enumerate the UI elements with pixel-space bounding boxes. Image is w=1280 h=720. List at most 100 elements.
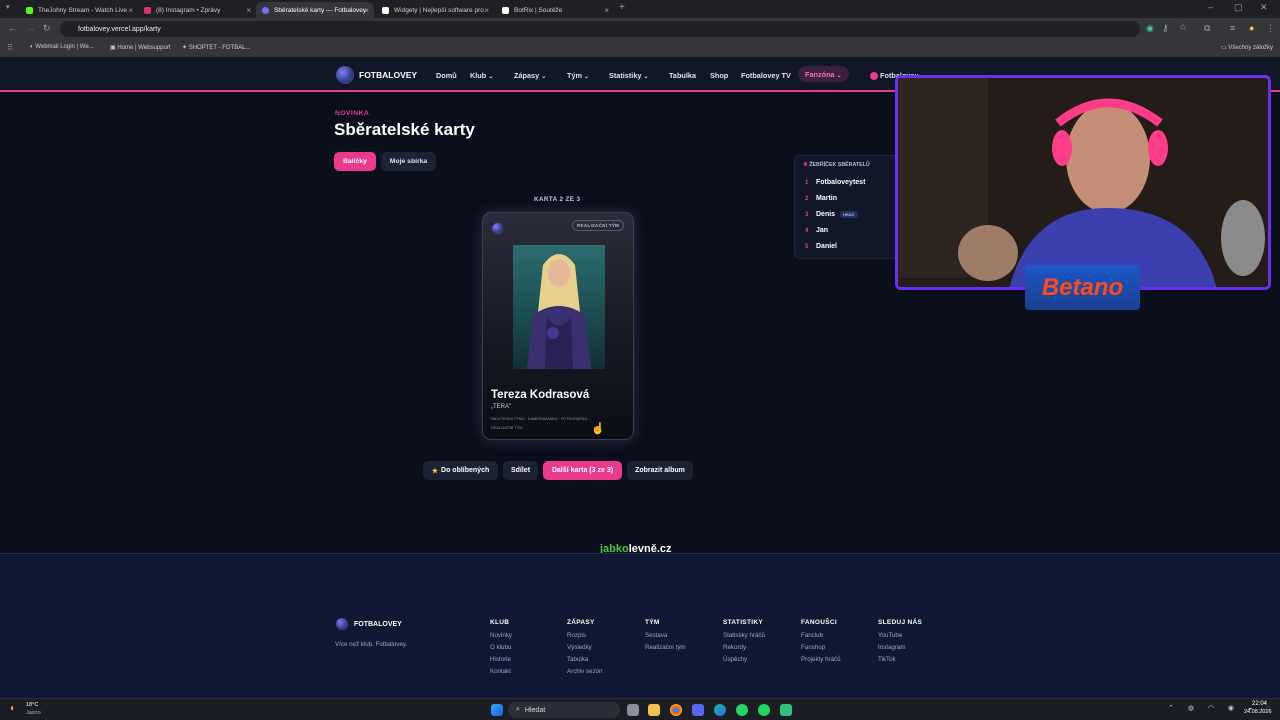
tab-widgety[interactable]: Widgety | Nejlepší software pro × bbox=[376, 2, 494, 18]
close-icon[interactable]: × bbox=[246, 6, 251, 15]
clock-date[interactable]: 24.08.2026 bbox=[1244, 709, 1272, 715]
show-album-button[interactable]: Zobrazit album bbox=[627, 461, 693, 480]
close-window-icon[interactable]: ✕ bbox=[1260, 2, 1268, 13]
apps-icon[interactable]: ⠿ bbox=[7, 43, 13, 52]
footer-heading: KLUB bbox=[490, 619, 510, 626]
footer-link[interactable]: Úspěchy bbox=[723, 656, 747, 663]
card-logo-icon bbox=[492, 223, 503, 234]
address-bar: ← → ↻ fotbalovey.vercel.app/karty ◉ ⚷ ☆ … bbox=[0, 18, 1280, 40]
windows-start-icon[interactable] bbox=[491, 704, 503, 716]
nav-klub[interactable]: Klub ⌄ bbox=[470, 71, 493, 80]
back-icon[interactable]: ← bbox=[8, 23, 17, 33]
footer-link[interactable]: Výsledky bbox=[567, 644, 592, 651]
media-icon[interactable]: ≡ bbox=[1230, 23, 1235, 33]
chevron-down-icon: ⌄ bbox=[836, 73, 842, 79]
bookmark-star-icon[interactable]: ☆ bbox=[1179, 22, 1187, 33]
all-bookmarks[interactable]: ▭ Všechny záložky bbox=[1221, 44, 1273, 51]
footer-link[interactable]: Projekty hráčů bbox=[801, 656, 841, 663]
whatsapp-icon[interactable] bbox=[736, 704, 748, 716]
chevron-down-icon: ⌄ bbox=[643, 74, 649, 80]
leaderboard-row[interactable]: 1 Fotbaloveytest bbox=[805, 179, 865, 186]
nav-tym[interactable]: Tým ⌄ bbox=[567, 71, 589, 80]
nav-statistiky[interactable]: Statistiky ⌄ bbox=[609, 71, 649, 80]
tab-moje-sbirka[interactable]: Moje sbírka bbox=[381, 152, 436, 171]
forward-icon[interactable]: → bbox=[26, 23, 35, 33]
menu-icon[interactable]: ⋮ bbox=[1266, 23, 1275, 34]
footer-link[interactable]: Tabulka bbox=[567, 656, 588, 663]
leaderboard-row[interactable]: 2 Martin bbox=[805, 195, 837, 202]
weather-icon: ◐ bbox=[10, 703, 17, 714]
browser-tab-bar: ▾ TheJohny Stream - Watch Live × (8) Inst… bbox=[0, 0, 1280, 18]
app-icon[interactable] bbox=[780, 704, 792, 716]
collector-name: Jan bbox=[816, 227, 829, 234]
new-tab-icon[interactable]: + bbox=[619, 2, 625, 13]
footer-link[interactable]: Fanclub bbox=[801, 632, 823, 639]
leaderboard-row[interactable]: 5 Daniel bbox=[805, 243, 837, 250]
edge-icon[interactable] bbox=[714, 704, 726, 716]
minimize-icon[interactable]: – bbox=[1208, 2, 1213, 12]
leaderboard-row[interactable]: 4 Jan bbox=[805, 227, 828, 234]
bookmark-websupport[interactable]: ▣ Home | Websupport bbox=[110, 44, 170, 51]
extension-icon[interactable]: ◉ bbox=[1146, 23, 1154, 34]
leaderboard-title: ♕ ŽEBŘÍČEK SBĚRATELŮ bbox=[803, 162, 870, 168]
password-icon[interactable]: ⚷ bbox=[1162, 23, 1169, 34]
close-icon[interactable]: × bbox=[604, 6, 609, 15]
streamer-webcam bbox=[898, 78, 1268, 287]
footer-link[interactable]: Kontakt bbox=[490, 668, 511, 675]
footer-link[interactable]: YouTube bbox=[878, 632, 902, 639]
close-icon[interactable]: × bbox=[484, 6, 489, 15]
nav-domu[interactable]: Domů bbox=[436, 71, 457, 80]
tab-instagram[interactable]: (8) Instagram • Zprávy × bbox=[138, 2, 256, 18]
collectible-card[interactable]: REALIZAČNÍ TÝM Tereza Kodrasová „TERA" N… bbox=[482, 212, 634, 440]
footer-link[interactable]: Archiv sezón bbox=[567, 668, 602, 675]
leaderboard-row[interactable]: 3 Denis HRÁČ bbox=[805, 211, 858, 218]
close-icon[interactable]: × bbox=[364, 6, 369, 15]
footer-link[interactable]: Rekordy bbox=[723, 644, 746, 651]
tab-karty[interactable]: Sběratelské karty — Fotbalovey × bbox=[256, 2, 374, 18]
tab-botrix[interactable]: BotRix | Soutěže × bbox=[496, 2, 614, 18]
footer-link[interactable]: Statistiky hráčů bbox=[723, 632, 765, 639]
nav-shop[interactable]: Shop bbox=[710, 71, 728, 80]
chrome-icon[interactable] bbox=[670, 704, 682, 716]
tab-balicky[interactable]: Balíčky bbox=[334, 152, 376, 171]
footer-link[interactable]: Sestava bbox=[645, 632, 667, 639]
reload-icon[interactable]: ↻ bbox=[43, 23, 51, 34]
trophy-icon: ♕ bbox=[803, 162, 808, 168]
favorite-button[interactable]: ★ Do oblíbených bbox=[423, 461, 498, 480]
footer-link[interactable]: Novinky bbox=[490, 632, 512, 639]
discord-icon[interactable] bbox=[692, 704, 704, 716]
share-button[interactable]: Sdílet bbox=[503, 461, 538, 480]
nav-fotbalovey-tv[interactable]: Fotbalovey TV bbox=[741, 71, 791, 80]
maximize-icon[interactable]: ▢ bbox=[1234, 2, 1243, 13]
brand-logo-icon[interactable] bbox=[336, 66, 354, 84]
footer-link[interactable]: TikTok bbox=[878, 656, 896, 663]
taskbar-search[interactable]: ⌕ Hledat bbox=[508, 702, 620, 718]
task-view-icon[interactable] bbox=[627, 704, 639, 716]
brand-name[interactable]: FOTBALOVEY bbox=[359, 70, 417, 80]
tab-list-icon[interactable]: ▾ bbox=[6, 3, 10, 11]
footer-heading: TÝM bbox=[645, 619, 660, 626]
collector-name: Martin bbox=[816, 195, 837, 202]
url-input[interactable]: fotbalovey.vercel.app/karty bbox=[60, 21, 1140, 37]
clock-time[interactable]: 22:04 bbox=[1252, 701, 1267, 707]
close-icon[interactable]: × bbox=[128, 6, 133, 15]
next-card-button[interactable]: Další karta (3 ze 3) bbox=[543, 461, 622, 480]
footer-link[interactable]: Historie bbox=[490, 656, 511, 663]
footer-link[interactable]: Instagram bbox=[878, 644, 906, 651]
profile-icon[interactable]: ● bbox=[1249, 23, 1254, 33]
extensions-puzzle-icon[interactable]: ⧉ bbox=[1204, 23, 1210, 34]
nav-zapasy[interactable]: Zápasy ⌄ bbox=[514, 71, 546, 80]
tab-kick[interactable]: TheJohny Stream - Watch Live × bbox=[20, 2, 138, 18]
bookmark-shoptet[interactable]: ✦ SHOPTET - FOTBAL... bbox=[182, 44, 251, 51]
file-explorer-icon[interactable] bbox=[648, 704, 660, 716]
footer-link[interactable]: Rozpis bbox=[567, 632, 586, 639]
rank: 5 bbox=[805, 244, 809, 250]
nav-tabulka[interactable]: Tabulka bbox=[669, 71, 696, 80]
footer-link[interactable]: Fanshop bbox=[801, 644, 825, 651]
bookmark-webmail[interactable]: ◐ Webmail Login | We... bbox=[30, 44, 94, 50]
footer-link[interactable]: Realizační tým bbox=[645, 644, 686, 651]
nav-fanzona[interactable]: Fanzóna ⌄ bbox=[798, 66, 849, 82]
footer-link[interactable]: O klubu bbox=[490, 644, 511, 651]
search-placeholder: Hledat bbox=[524, 706, 546, 714]
spotify-icon[interactable] bbox=[758, 704, 770, 716]
